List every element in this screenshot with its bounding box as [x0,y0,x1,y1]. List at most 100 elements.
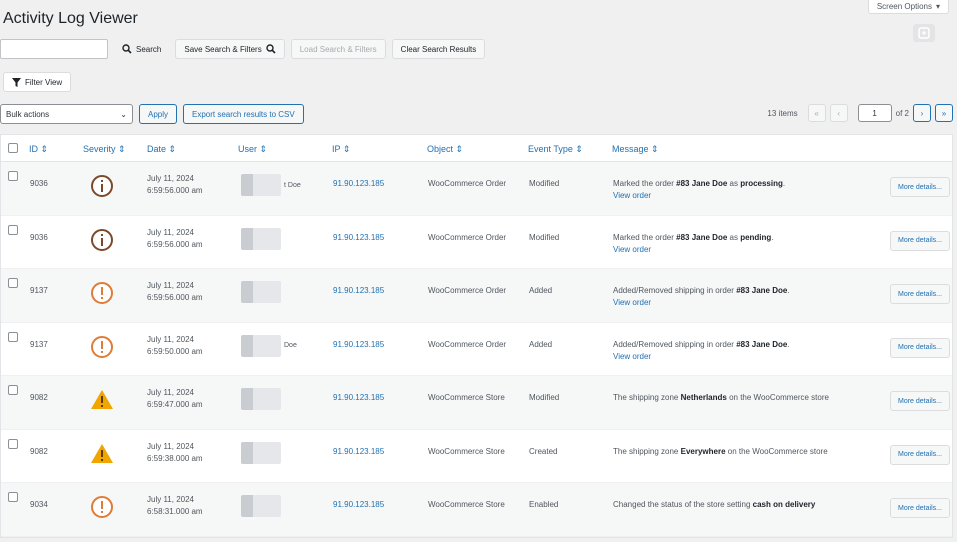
table-body: 9036 July 11, 2024 6:59:56.000 am t Doe 91.9… [1,162,952,537]
user-name: Doe [284,342,297,349]
avatar [241,495,281,517]
more-details-button[interactable]: More details... [890,444,950,465]
ip-link[interactable]: 91.90.123.185 [333,179,384,188]
avatar [241,388,281,410]
ip-link[interactable]: 91.90.123.185 [333,500,384,509]
user-cell: t Doe [241,174,301,196]
row-checkbox[interactable] [8,278,18,288]
next-page-button[interactable]: › [913,104,931,122]
column-header-object[interactable]: Object ⇕ [427,144,463,155]
row-checkbox[interactable] [8,492,18,502]
prev-page-button[interactable]: ‹ [829,104,848,122]
last-page-button[interactable]: » [935,104,953,122]
clear-search-button[interactable]: Clear Search Results [391,39,486,59]
event-type-cell: Modified [529,179,560,188]
view-order-link[interactable]: View order [613,245,873,254]
ip-link[interactable]: 91.90.123.185 [333,393,384,402]
ip-link[interactable]: 91.90.123.185 [333,233,384,242]
activity-log-page: Screen Options ▾ Activity Log Viewer Sea… [0,0,957,542]
user-cell: Doe [241,334,297,357]
view-order-link[interactable]: View order [613,298,873,307]
column-header-event-type[interactable]: Event Type ⇕ [528,144,583,155]
row-checkbox[interactable] [8,438,18,449]
current-page-input[interactable]: 1 [857,104,892,122]
severity-cell [90,442,114,468]
severity-cell [90,281,114,307]
table-row: 9036 July 11, 2024 6:59:56.000 am 91.90.123… [1,216,952,269]
object-cell: WooCommerce Store [428,500,505,509]
warning-circle-icon [91,496,113,518]
column-header-date[interactable]: Date ⇕ [147,144,176,155]
load-search-button[interactable]: Load Search & Filters [290,39,386,59]
object-cell: WooCommerce Order [428,339,507,349]
export-csv-button[interactable]: Export search results to CSV [183,104,304,124]
more-details-button[interactable]: More details... [890,391,950,411]
row-checkbox[interactable] [8,224,18,235]
more-details-button[interactable]: More details... [890,498,950,518]
column-label: Event Type [528,144,573,154]
user-cell [241,495,284,517]
select-all-checkbox[interactable] [8,143,18,153]
column-header-ip[interactable]: IP ⇕ [332,144,350,155]
column-header-message[interactable]: Message ⇕ [612,144,659,155]
more-details-button[interactable]: More details... [890,230,950,251]
column-header-user[interactable]: User ⇕ [238,144,267,155]
message-highlight: #83 Jane Doe [736,339,788,349]
view-order-link[interactable]: View order [613,352,873,361]
time-text: 6:59:47.000 am [147,400,203,409]
save-search-label: Save Search & Filters [184,44,262,54]
date-text: July 11, 2024 [147,174,194,183]
date-text: July 11, 2024 [147,388,194,397]
message-cell: Marked the order #83 Jane Doe as process… [613,179,873,200]
date-cell: July 11, 2024 6:59:47.000 am [147,387,203,411]
row-checkbox[interactable] [8,385,18,395]
search-button[interactable]: Search [114,39,169,59]
object-cell: WooCommerce Store [428,393,505,402]
screen-options-button[interactable]: Screen Options ▾ [867,0,949,14]
export-icon[interactable] [913,24,935,42]
more-details-button[interactable]: More details... [890,284,950,304]
user-cell [241,388,284,410]
date-text: July 11, 2024 [147,495,194,504]
message-cell: Added/Removed shipping in order #83 Jane… [613,340,873,361]
severity-cell [90,388,114,414]
date-text: July 11, 2024 [147,334,194,344]
severity-cell [90,335,114,361]
filter-view-label: Filter View [25,77,63,87]
event-type-cell: Enabled [529,500,559,509]
ip-link[interactable]: 91.90.123.185 [333,340,384,349]
message-text: Marked the order [613,232,677,242]
search-icon [122,44,132,54]
avatar [241,174,281,196]
message-highlight: #83 Jane Doe [736,286,788,295]
message-text: as [727,179,741,188]
ip-link[interactable]: 91.90.123.185 [333,286,384,295]
row-checkbox[interactable] [8,331,18,342]
search-input[interactable] [0,39,108,59]
ip-link[interactable]: 91.90.123.185 [333,447,384,456]
save-search-button[interactable]: Save Search & Filters [175,39,285,59]
avatar [241,227,281,250]
user-cell [241,281,284,303]
table-row: 9082 July 11, 2024 6:59:47.000 am 91.90.123… [1,376,952,430]
caret-down-icon: ▾ [935,2,940,11]
filter-view-button[interactable]: Filter View [3,72,72,92]
bulk-actions-select[interactable]: Bulk actions ⌄ [0,104,133,124]
apply-button[interactable]: Apply [139,104,178,124]
message-text: on the WooCommerce store [725,446,828,456]
row-checkbox[interactable] [8,171,18,181]
table-row: 9082 July 11, 2024 6:59:38.000 am 91.90.123… [1,430,952,483]
view-order-link[interactable]: View order [613,191,873,200]
column-header-id[interactable]: ID ⇕ [29,144,48,155]
column-header-severity[interactable]: Severity ⇕ [83,144,126,155]
first-page-button[interactable]: « [807,104,826,122]
time-text: 6:59:50.000 am [147,346,203,356]
column-label: Object [427,144,454,154]
info-circle-icon [91,175,113,197]
more-details-button[interactable]: More details... [890,337,950,358]
more-details-button[interactable]: More details... [890,177,950,197]
row-id: 9034 [30,500,48,509]
row-id: 9036 [30,179,48,188]
alert-triangle-icon [91,443,113,463]
filter-icon [12,77,21,87]
